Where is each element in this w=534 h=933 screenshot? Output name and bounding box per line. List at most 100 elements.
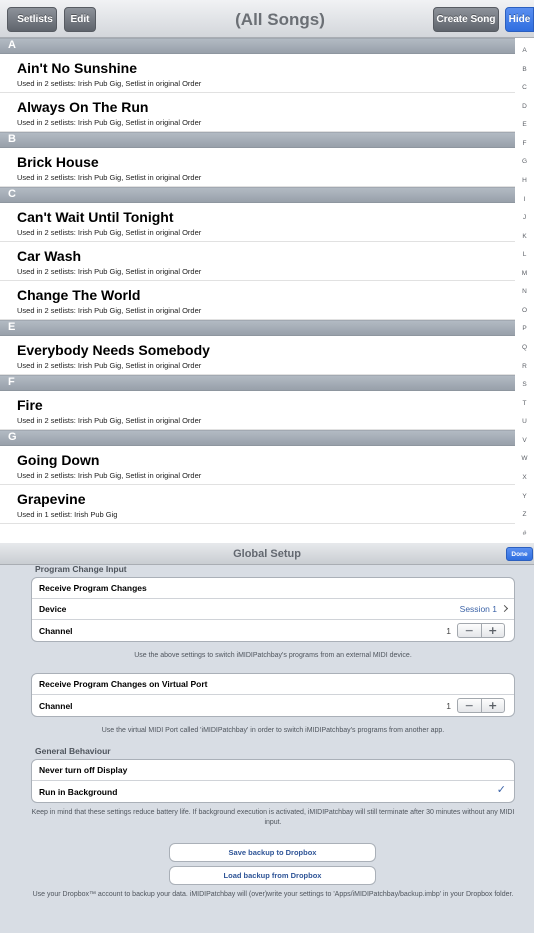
- song-row[interactable]: Brick House Used in 2 setlists: Irish Pu…: [0, 148, 515, 187]
- panel-toolbar: Global Setup Done: [0, 543, 534, 565]
- song-row[interactable]: Going Down Used in 2 setlists: Irish Pub…: [0, 446, 515, 485]
- general-behaviour-group: Never turn off Display Run in Background…: [31, 759, 515, 803]
- channel-stepper[interactable]: − +: [457, 623, 505, 638]
- cell-label: Channel: [39, 625, 73, 636]
- virtual-channel-cell: Channel 1 − +: [32, 695, 514, 716]
- index-letter[interactable]: S: [522, 381, 526, 388]
- song-row[interactable]: Grapevine Used in 1 setlist: Irish Pub G…: [0, 485, 515, 524]
- setlists-back-button[interactable]: Setlists: [7, 7, 57, 32]
- song-title: Going Down: [17, 452, 100, 468]
- song-setlists: Used in 2 setlists: Irish Pub Gig, Setli…: [17, 416, 202, 425]
- section-header-a: A: [0, 38, 515, 54]
- never-turn-off-display-cell[interactable]: Never turn off Display: [32, 760, 514, 781]
- song-title: Can't Wait Until Tonight: [17, 209, 174, 225]
- index-letter[interactable]: X: [522, 474, 526, 481]
- dropbox-note: Use your Dropbox™ account to backup your…: [32, 891, 514, 898]
- song-row[interactable]: Change The World Used in 2 setlists: Iri…: [0, 281, 515, 320]
- song-setlists: Used in 2 setlists: Irish Pub Gig, Setli…: [17, 306, 202, 315]
- index-letter[interactable]: J: [523, 214, 526, 221]
- minus-icon[interactable]: −: [458, 699, 481, 712]
- song-row[interactable]: Fire Used in 2 setlists: Irish Pub Gig, …: [0, 391, 515, 430]
- checkmark-icon: ✓: [496, 783, 506, 796]
- index-letter[interactable]: W: [521, 455, 527, 462]
- run-in-background-cell[interactable]: Run in Background ✓: [32, 781, 514, 802]
- channel-cell: Channel 1 − +: [32, 620, 514, 641]
- index-letter[interactable]: D: [522, 103, 527, 110]
- index-letter[interactable]: U: [522, 418, 527, 425]
- song-row[interactable]: Can't Wait Until Tonight Used in 2 setli…: [0, 203, 515, 242]
- create-song-button[interactable]: Create Song: [433, 7, 499, 32]
- song-setlists: Used in 2 setlists: Irish Pub Gig, Setli…: [17, 471, 202, 480]
- virtual-channel-stepper[interactable]: − +: [457, 698, 505, 713]
- song-setlists: Used in 1 setlist: Irish Pub Gig: [17, 510, 118, 519]
- external-device-note: Use the above settings to switch iMIDIPa…: [134, 652, 412, 659]
- index-letter[interactable]: #: [523, 530, 527, 537]
- index-letter[interactable]: Z: [523, 511, 527, 518]
- song-title: Everybody Needs Somebody: [17, 342, 210, 358]
- index-letter[interactable]: V: [522, 437, 526, 444]
- edit-button[interactable]: Edit: [64, 7, 96, 32]
- virtual-channel-value: 1: [446, 700, 451, 711]
- cell-label: Run in Background: [39, 786, 118, 797]
- index-letter[interactable]: N: [522, 288, 527, 295]
- song-row[interactable]: Everybody Needs Somebody Used in 2 setli…: [0, 336, 515, 375]
- plus-icon[interactable]: +: [480, 699, 505, 712]
- minus-icon[interactable]: −: [458, 624, 481, 637]
- index-letter[interactable]: B: [522, 66, 526, 73]
- virtual-port-note: Use the virtual MIDI Port called 'iMIDIP…: [101, 727, 445, 734]
- index-letter[interactable]: T: [523, 400, 527, 407]
- program-change-header: Program Change Input: [35, 564, 127, 574]
- cell-label: Never turn off Display: [39, 765, 128, 775]
- device-value: Session 1: [459, 604, 497, 614]
- plus-icon[interactable]: +: [480, 624, 505, 637]
- index-letter[interactable]: H: [522, 177, 527, 184]
- index-letter[interactable]: K: [522, 233, 526, 240]
- section-header-c: C: [0, 187, 515, 203]
- song-row[interactable]: Always On The Run Used in 2 setlists: Ir…: [0, 93, 515, 132]
- section-header-e: E: [0, 320, 515, 336]
- index-letter[interactable]: P: [522, 325, 526, 332]
- section-header-g: G: [0, 430, 515, 446]
- index-letter[interactable]: F: [523, 140, 527, 147]
- index-letter[interactable]: Y: [522, 493, 526, 500]
- load-backup-button[interactable]: Load backup from Dropbox: [169, 866, 376, 885]
- receive-program-changes-cell[interactable]: Receive Program Changes: [32, 578, 514, 599]
- cell-label: Receive Program Changes on Virtual Port: [39, 679, 208, 689]
- song-title: Car Wash: [17, 248, 82, 264]
- index-letter[interactable]: M: [522, 270, 527, 277]
- song-row[interactable]: Car Wash Used in 2 setlists: Irish Pub G…: [0, 242, 515, 281]
- battery-note: Keep in mind that these settings reduce …: [31, 809, 515, 826]
- index-letter[interactable]: O: [522, 307, 527, 314]
- navigation-bar: Setlists Edit (All Songs) Create Song Hi…: [0, 0, 534, 38]
- song-title: Grapevine: [17, 491, 86, 507]
- global-setup-panel: Global Setup Done Program Change Input R…: [0, 543, 534, 933]
- receive-virtual-cell[interactable]: Receive Program Changes on Virtual Port: [32, 674, 514, 695]
- page-title: (All Songs): [235, 10, 325, 29]
- song-setlists: Used in 2 setlists: Irish Pub Gig, Setli…: [17, 79, 202, 88]
- channel-value: 1: [446, 625, 451, 636]
- cell-label: Device: [39, 604, 67, 614]
- song-setlists: Used in 2 setlists: Irish Pub Gig, Setli…: [17, 361, 202, 370]
- index-letter[interactable]: R: [522, 363, 527, 370]
- save-backup-button[interactable]: Save backup to Dropbox: [169, 843, 376, 862]
- done-button[interactable]: Done: [506, 547, 533, 561]
- index-letter[interactable]: C: [522, 84, 527, 91]
- song-title: Fire: [17, 397, 43, 413]
- index-letter[interactable]: I: [524, 196, 526, 203]
- device-cell[interactable]: Device Session 1: [32, 599, 514, 620]
- index-letter[interactable]: L: [523, 251, 527, 258]
- index-letter[interactable]: Q: [522, 344, 527, 351]
- song-setlists: Used in 2 setlists: Irish Pub Gig, Setli…: [17, 228, 202, 237]
- song-list[interactable]: A Ain't No Sunshine Used in 2 setlists: …: [0, 38, 515, 543]
- alphabet-index[interactable]: A B C D E F G H I J K L M N O P Q R S T U V W X Y Z #: [515, 38, 534, 543]
- index-letter[interactable]: E: [522, 121, 526, 128]
- cell-label: Receive Program Changes: [39, 583, 147, 593]
- index-letter[interactable]: A: [522, 47, 526, 54]
- hide-button[interactable]: Hide: [505, 7, 534, 32]
- song-row[interactable]: Ain't No Sunshine Used in 2 setlists: Ir…: [0, 54, 515, 93]
- song-title: Change The World: [17, 287, 141, 303]
- panel-title: Global Setup: [233, 548, 301, 560]
- program-change-group: Receive Program Changes Device Session 1…: [31, 577, 515, 642]
- index-letter[interactable]: G: [522, 158, 527, 165]
- cell-label: Channel: [39, 700, 73, 711]
